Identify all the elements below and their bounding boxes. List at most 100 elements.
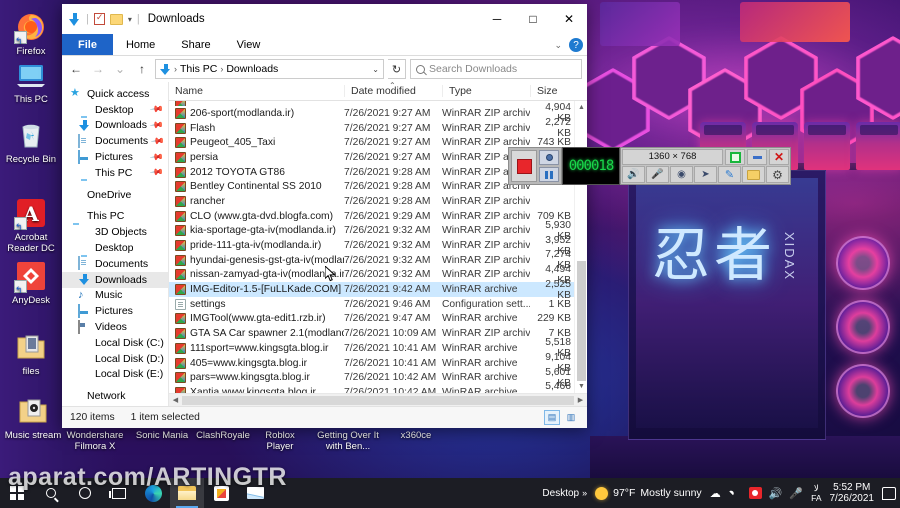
pin-icon[interactable]: 📌 [149,149,164,165]
desktop-icon-x360ce[interactable]: x360ce [393,430,439,442]
microphone-tray-icon[interactable]: 🎤 [789,487,803,500]
sidebar-item-3d-objects[interactable]: 3D Objects [62,224,168,240]
desktop-icon-files[interactable]: files [2,330,60,378]
desktop-icon-acrobat[interactable]: A Acrobat Reader DC [2,196,60,254]
search-input[interactable]: Search Downloads [410,59,582,79]
column-header-date[interactable]: ⌃ Date modified [344,81,442,97]
minimize-icon[interactable] [747,149,767,165]
table-row[interactable]: 111sport=www.kingsgta.blog.ir 7/26/2021 … [169,337,587,359]
recent-locations-button[interactable]: ⌄ [111,60,129,78]
scrollbar-thumb[interactable] [577,261,586,381]
sidebar-item-documents-qa[interactable]: Documents 📌 [62,133,168,149]
sidebar-item-this-pc[interactable]: This PC [62,209,168,225]
pin-icon[interactable]: 📌 [149,165,164,181]
sidebar-item-music[interactable]: ♪ Music [62,288,168,304]
scroll-right-icon[interactable]: ▶ [574,396,587,404]
back-button[interactable]: ← [67,60,85,78]
table-row[interactable]: Xantia.www.kingsgta.blog.ir 7/26/2021 10… [169,381,587,393]
pin-icon[interactable]: 📌 [149,102,164,118]
cursor-icon[interactable]: ➤ [694,166,717,183]
table-row[interactable]: GTA SA Car spawner 2.1(modlanda.ir) 7/26… [169,326,587,341]
table-row[interactable]: 405=www.kingsgta.blog.ir 7/26/2021 10:41… [169,352,587,374]
desktop-icon-roblox[interactable]: Roblox Player [256,430,304,452]
sidebar-item-quick-access[interactable]: ★ Quick access [62,86,168,102]
settings-gear-icon[interactable]: ⚙ [766,166,789,183]
table-row[interactable]: IMGTool(www.gta-edit1.rzb.ir) 7/26/2021 … [169,312,587,327]
input-language-indicator[interactable]: لا FA [811,483,821,503]
column-header-type[interactable]: Type [442,85,530,97]
breadcrumb-this-pc[interactable]: This PC [180,63,217,75]
sidebar-item-local-disk-e[interactable]: Local Disk (E:) [62,367,168,383]
sidebar-item-desktop-pc[interactable]: Desktop [62,240,168,256]
desktop-icon-music-stream[interactable]: Music stream [2,394,64,442]
address-bar[interactable]: › This PC › Downloads ⌄ [155,59,384,79]
sidebar-item-pictures-qa[interactable]: Pictures 📌 [62,149,168,165]
sidebar-item-documents-pc[interactable]: Documents [62,256,168,272]
resolution-display[interactable]: 1360 × 768 [622,149,723,165]
notifications-icon[interactable] [882,486,896,500]
sidebar-item-downloads-qa[interactable]: Downloads 📌 [62,118,168,134]
wifi-icon[interactable] [728,488,742,499]
column-header-size[interactable]: Size [530,85,587,97]
sidebar-item-local-disk-c[interactable]: Local Disk (C:) [62,335,168,351]
tab-view[interactable]: View [224,34,274,55]
table-row[interactable]: Flash 7/26/2021 9:27 AM WinRAR ZIP archi… [169,117,587,139]
refresh-button[interactable]: ↻ [388,59,406,79]
screenshot-camera-icon[interactable] [539,150,559,165]
column-header-name[interactable]: Name [169,85,344,97]
table-row[interactable]: hyundai-genesis-gst-gta-iv(modlanda.ir) … [169,249,587,271]
maximize-button[interactable]: □ [515,4,551,34]
customize-caret-icon[interactable]: ▾ [128,15,132,24]
table-row[interactable]: nissan-zamyad-gta-iv(modlanda.ir) 7/26/2… [169,264,587,286]
close-button[interactable]: ✕ [551,4,587,34]
table-row[interactable]: 206-sport(modlanda.ir) 7/26/2021 9:27 AM… [169,102,587,124]
horizontal-scrollbar[interactable]: ◀ ▶ [169,393,587,406]
table-row[interactable]: settings 7/26/2021 9:46 AM Configuration… [169,297,587,312]
table-row[interactable]: pars=www.kingsgta.blog.ir 7/26/2021 10:4… [169,367,587,389]
scroll-down-icon[interactable]: ▼ [575,380,587,393]
desktop-icon-this-pc[interactable]: This PC [2,58,60,106]
sidebar-item-pictures[interactable]: Pictures [62,303,168,319]
sidebar-item-videos[interactable]: Videos [62,319,168,335]
recorder-tray-icon[interactable] [748,487,762,499]
sidebar-item-this-pc-qa[interactable]: This PC 📌 [62,165,168,181]
volume-icon[interactable]: 🔊 [769,487,783,500]
sidebar-item-network[interactable]: Network [62,388,168,404]
new-folder-icon[interactable] [109,13,123,25]
desktop-icon-filmora[interactable]: Wondershare Filmora X [62,430,128,452]
region-select-icon[interactable] [725,149,745,165]
table-row[interactable]: pride-111-gta-iv(modlanda.ir) 7/26/2021 … [169,235,587,257]
table-row[interactable]: kia-sportage-gta-iv(modlanda.ir) 7/26/20… [169,220,587,242]
desktop-icon-sonic-mania[interactable]: Sonic Mania [131,430,193,442]
properties-icon[interactable] [93,12,105,25]
pen-icon[interactable]: ✎ [718,166,741,183]
pin-icon[interactable]: 📌 [149,118,164,134]
title-bar[interactable]: | ▾ | Downloads ─ □ ✕ [62,4,587,34]
desktop-icon-clash-royale[interactable]: ClashRoyale [192,430,254,442]
webcam-icon[interactable]: ◉ [670,166,693,183]
table-row[interactable]: CLO (www.gta-dvd.blogfa.com) 7/26/2021 9… [169,209,587,224]
tab-home[interactable]: Home [113,34,168,55]
folder-icon[interactable] [742,166,765,183]
downloads-arrow-icon[interactable] [68,12,81,26]
sidebar-item-onedrive[interactable]: OneDrive [62,187,168,203]
desktop-icon-recycle-bin[interactable]: Recycle Bin [2,118,60,166]
sidebar-item-local-disk-d[interactable]: Local Disk (D:) [62,351,168,367]
minimize-button[interactable]: ─ [479,4,515,34]
sidebar-item-desktop[interactable]: Desktop 📌 [62,102,168,118]
hscrollbar-thumb[interactable] [182,395,574,405]
onedrive-tray-icon[interactable]: ☁ [710,487,721,500]
details-view-icon[interactable]: ▤ [544,410,560,425]
clock[interactable]: 5:52 PM 7/26/2021 [830,482,875,504]
microphone-icon[interactable]: 🎤 [646,166,669,183]
large-icons-view-icon[interactable]: ▥ [563,410,579,425]
scroll-up-icon[interactable]: ▲ [575,101,587,114]
tab-file[interactable]: File [62,34,113,55]
desktop-icon-getting-over-it[interactable]: Getting Over It with Ben... [310,430,386,452]
pause-button-icon[interactable] [539,167,559,182]
up-button[interactable]: ↑ [133,60,151,78]
close-icon[interactable]: ✕ [769,149,789,165]
stop-button-icon[interactable] [511,150,537,182]
chevron-down-icon[interactable]: ⌄ [554,40,562,51]
pin-icon[interactable]: 📌 [150,133,166,149]
